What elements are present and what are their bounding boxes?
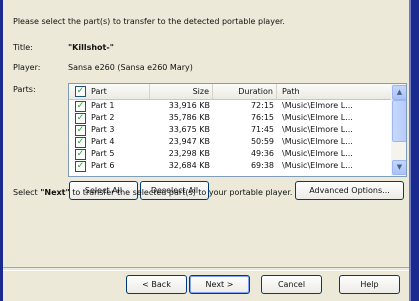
cell-duration: 72:15 bbox=[250, 101, 274, 110]
scroll-up-icon[interactable]: ▲ bbox=[392, 85, 406, 100]
cell-part: Part 3 bbox=[91, 125, 115, 134]
checkbox-icon[interactable]: ✓ bbox=[75, 137, 86, 148]
cell-path: \Music\Elmore L... bbox=[282, 149, 353, 158]
window-frame-right-edge bbox=[409, 0, 411, 301]
cell-path: \Music\Elmore L... bbox=[282, 113, 353, 122]
checkbox-icon[interactable]: ✓ bbox=[75, 161, 86, 172]
cell-size: 33,916 KB bbox=[168, 101, 210, 110]
cell-duration: 69:38 bbox=[250, 161, 274, 170]
checkbox-icon[interactable]: ✓ bbox=[75, 125, 86, 136]
window-frame-right bbox=[411, 0, 419, 301]
column-header-path[interactable]: Path bbox=[278, 84, 391, 99]
cancel-button[interactable]: Cancel bbox=[261, 275, 322, 294]
cell-size: 33,675 KB bbox=[168, 125, 210, 134]
list-header: ✓ Part Size Duration Path bbox=[69, 84, 391, 100]
checkbox-icon[interactable]: ✓ bbox=[75, 113, 86, 124]
cell-part: Part 2 bbox=[91, 113, 115, 122]
select-all-checkbox-icon[interactable]: ✓ bbox=[75, 86, 86, 97]
cell-part: Part 5 bbox=[91, 149, 115, 158]
table-row[interactable]: ✓ Part 3 33,675 KB 71:45 \Music\Elmore L… bbox=[69, 124, 391, 136]
cell-path: \Music\Elmore L... bbox=[282, 101, 353, 110]
player-label: Player: bbox=[13, 63, 41, 72]
cell-size: 23,947 KB bbox=[168, 137, 210, 146]
cell-path: \Music\Elmore L... bbox=[282, 125, 353, 134]
hint-emphasis: "Next" bbox=[40, 188, 70, 197]
cell-part: Part 6 bbox=[91, 161, 115, 170]
vertical-scrollbar[interactable]: ▲ ▼ bbox=[391, 84, 406, 176]
cell-part: Part 4 bbox=[91, 137, 115, 146]
column-header-size[interactable]: Size bbox=[150, 84, 213, 99]
cell-part: Part 1 bbox=[91, 101, 115, 110]
table-row[interactable]: ✓ Part 1 33,916 KB 72:15 \Music\Elmore L… bbox=[69, 100, 391, 112]
cell-duration: 71:45 bbox=[250, 125, 274, 134]
hint-suffix: to transfer the selected part(s) to your… bbox=[69, 188, 293, 197]
parts-listview[interactable]: ✓ Part Size Duration Path ✓ Part 1 33,91… bbox=[68, 83, 407, 177]
button-divider bbox=[3, 267, 409, 271]
help-button[interactable]: Help bbox=[339, 275, 400, 294]
checkbox-icon[interactable]: ✓ bbox=[75, 149, 86, 160]
table-row[interactable]: ✓ Part 5 23,298 KB 49:36 \Music\Elmore L… bbox=[69, 148, 391, 160]
scroll-down-icon[interactable]: ▼ bbox=[392, 160, 406, 175]
column-part-label: Part bbox=[91, 87, 107, 96]
instruction-text: Please select the part(s) to transfer to… bbox=[13, 17, 285, 26]
column-header-part[interactable]: ✓ Part bbox=[69, 84, 150, 99]
cell-size: 35,786 KB bbox=[168, 113, 210, 122]
cell-path: \Music\Elmore L... bbox=[282, 161, 353, 170]
table-row[interactable]: ✓ Part 4 23,947 KB 50:59 \Music\Elmore L… bbox=[69, 136, 391, 148]
hint-prefix: Select bbox=[13, 188, 41, 197]
cell-duration: 49:36 bbox=[250, 149, 274, 158]
parts-label: Parts: bbox=[13, 85, 36, 94]
checkbox-icon[interactable]: ✓ bbox=[75, 101, 86, 112]
player-value: Sansa e260 (Sansa e260 Mary) bbox=[68, 63, 193, 72]
cell-duration: 76:15 bbox=[250, 113, 274, 122]
next-button[interactable]: Next > bbox=[189, 275, 250, 294]
advanced-options-button[interactable]: Advanced Options... bbox=[295, 181, 404, 200]
cell-duration: 50:59 bbox=[250, 137, 274, 146]
title-label: Title: bbox=[13, 43, 33, 52]
cell-size: 23,298 KB bbox=[168, 149, 210, 158]
column-header-duration[interactable]: Duration bbox=[214, 84, 277, 99]
cell-path: \Music\Elmore L... bbox=[282, 137, 353, 146]
next-hint-text: Select "Next" to transfer the selected p… bbox=[13, 188, 292, 197]
cell-size: 32,684 KB bbox=[168, 161, 210, 170]
table-row[interactable]: ✓ Part 6 32,684 KB 69:38 \Music\Elmore L… bbox=[69, 160, 391, 172]
title-value: "Killshot-" bbox=[68, 43, 114, 52]
table-row[interactable]: ✓ Part 2 35,786 KB 76:15 \Music\Elmore L… bbox=[69, 112, 391, 124]
transfer-dialog: Please select the part(s) to transfer to… bbox=[3, 0, 409, 301]
scroll-thumb[interactable] bbox=[392, 100, 406, 142]
back-button[interactable]: < Back bbox=[126, 275, 187, 294]
